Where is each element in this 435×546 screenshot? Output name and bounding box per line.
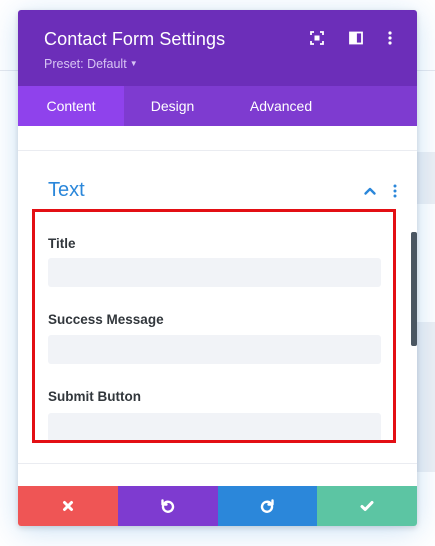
contact-form-settings-modal: Contact Form Settings Preset: Default ▼ C… [18,10,417,526]
redo-button[interactable] [217,486,318,526]
preset-dropdown[interactable]: Preset: Default ▼ [44,57,138,71]
section-divider [18,150,417,151]
more-options-icon[interactable] [382,30,398,46]
tab-content[interactable]: Content [18,86,124,126]
success-message-input[interactable] [48,335,381,364]
submit-button-field-label: Submit Button [48,389,141,404]
save-check-icon [360,501,374,511]
title-input[interactable] [48,258,381,287]
chevron-up-icon[interactable] [363,184,377,198]
success-message-field-label: Success Message [48,312,164,327]
page-background-block [417,152,435,204]
cancel-icon [62,501,73,511]
redo-icon [261,499,275,513]
settings-body: Text Title Success Message Submit Button [18,126,417,486]
undo-icon [160,499,174,513]
fullscreen-icon[interactable] [309,30,325,46]
tab-advanced[interactable]: Advanced [221,86,341,126]
preset-label: Preset: Default [44,57,127,71]
undo-button[interactable] [117,486,218,526]
submit-button-input[interactable] [48,413,381,442]
page-background-block [417,322,435,472]
scrollbar-thumb[interactable] [411,232,417,346]
modal-header: Contact Form Settings Preset: Default ▼ [18,10,417,86]
save-button[interactable] [317,486,417,526]
tab-design[interactable]: Design [124,86,221,126]
section-options-icon[interactable] [388,183,402,199]
title-field-label: Title [48,236,76,251]
caret-down-icon: ▼ [129,59,138,68]
sidebar-toggle-icon[interactable] [348,30,364,46]
tab-bar: Content Design Advanced [18,86,417,126]
modal-title: Contact Form Settings [44,29,226,49]
modal-footer [18,486,417,526]
section-title-text[interactable]: Text [48,179,85,202]
cancel-button[interactable] [18,486,118,526]
section-divider [18,463,417,464]
